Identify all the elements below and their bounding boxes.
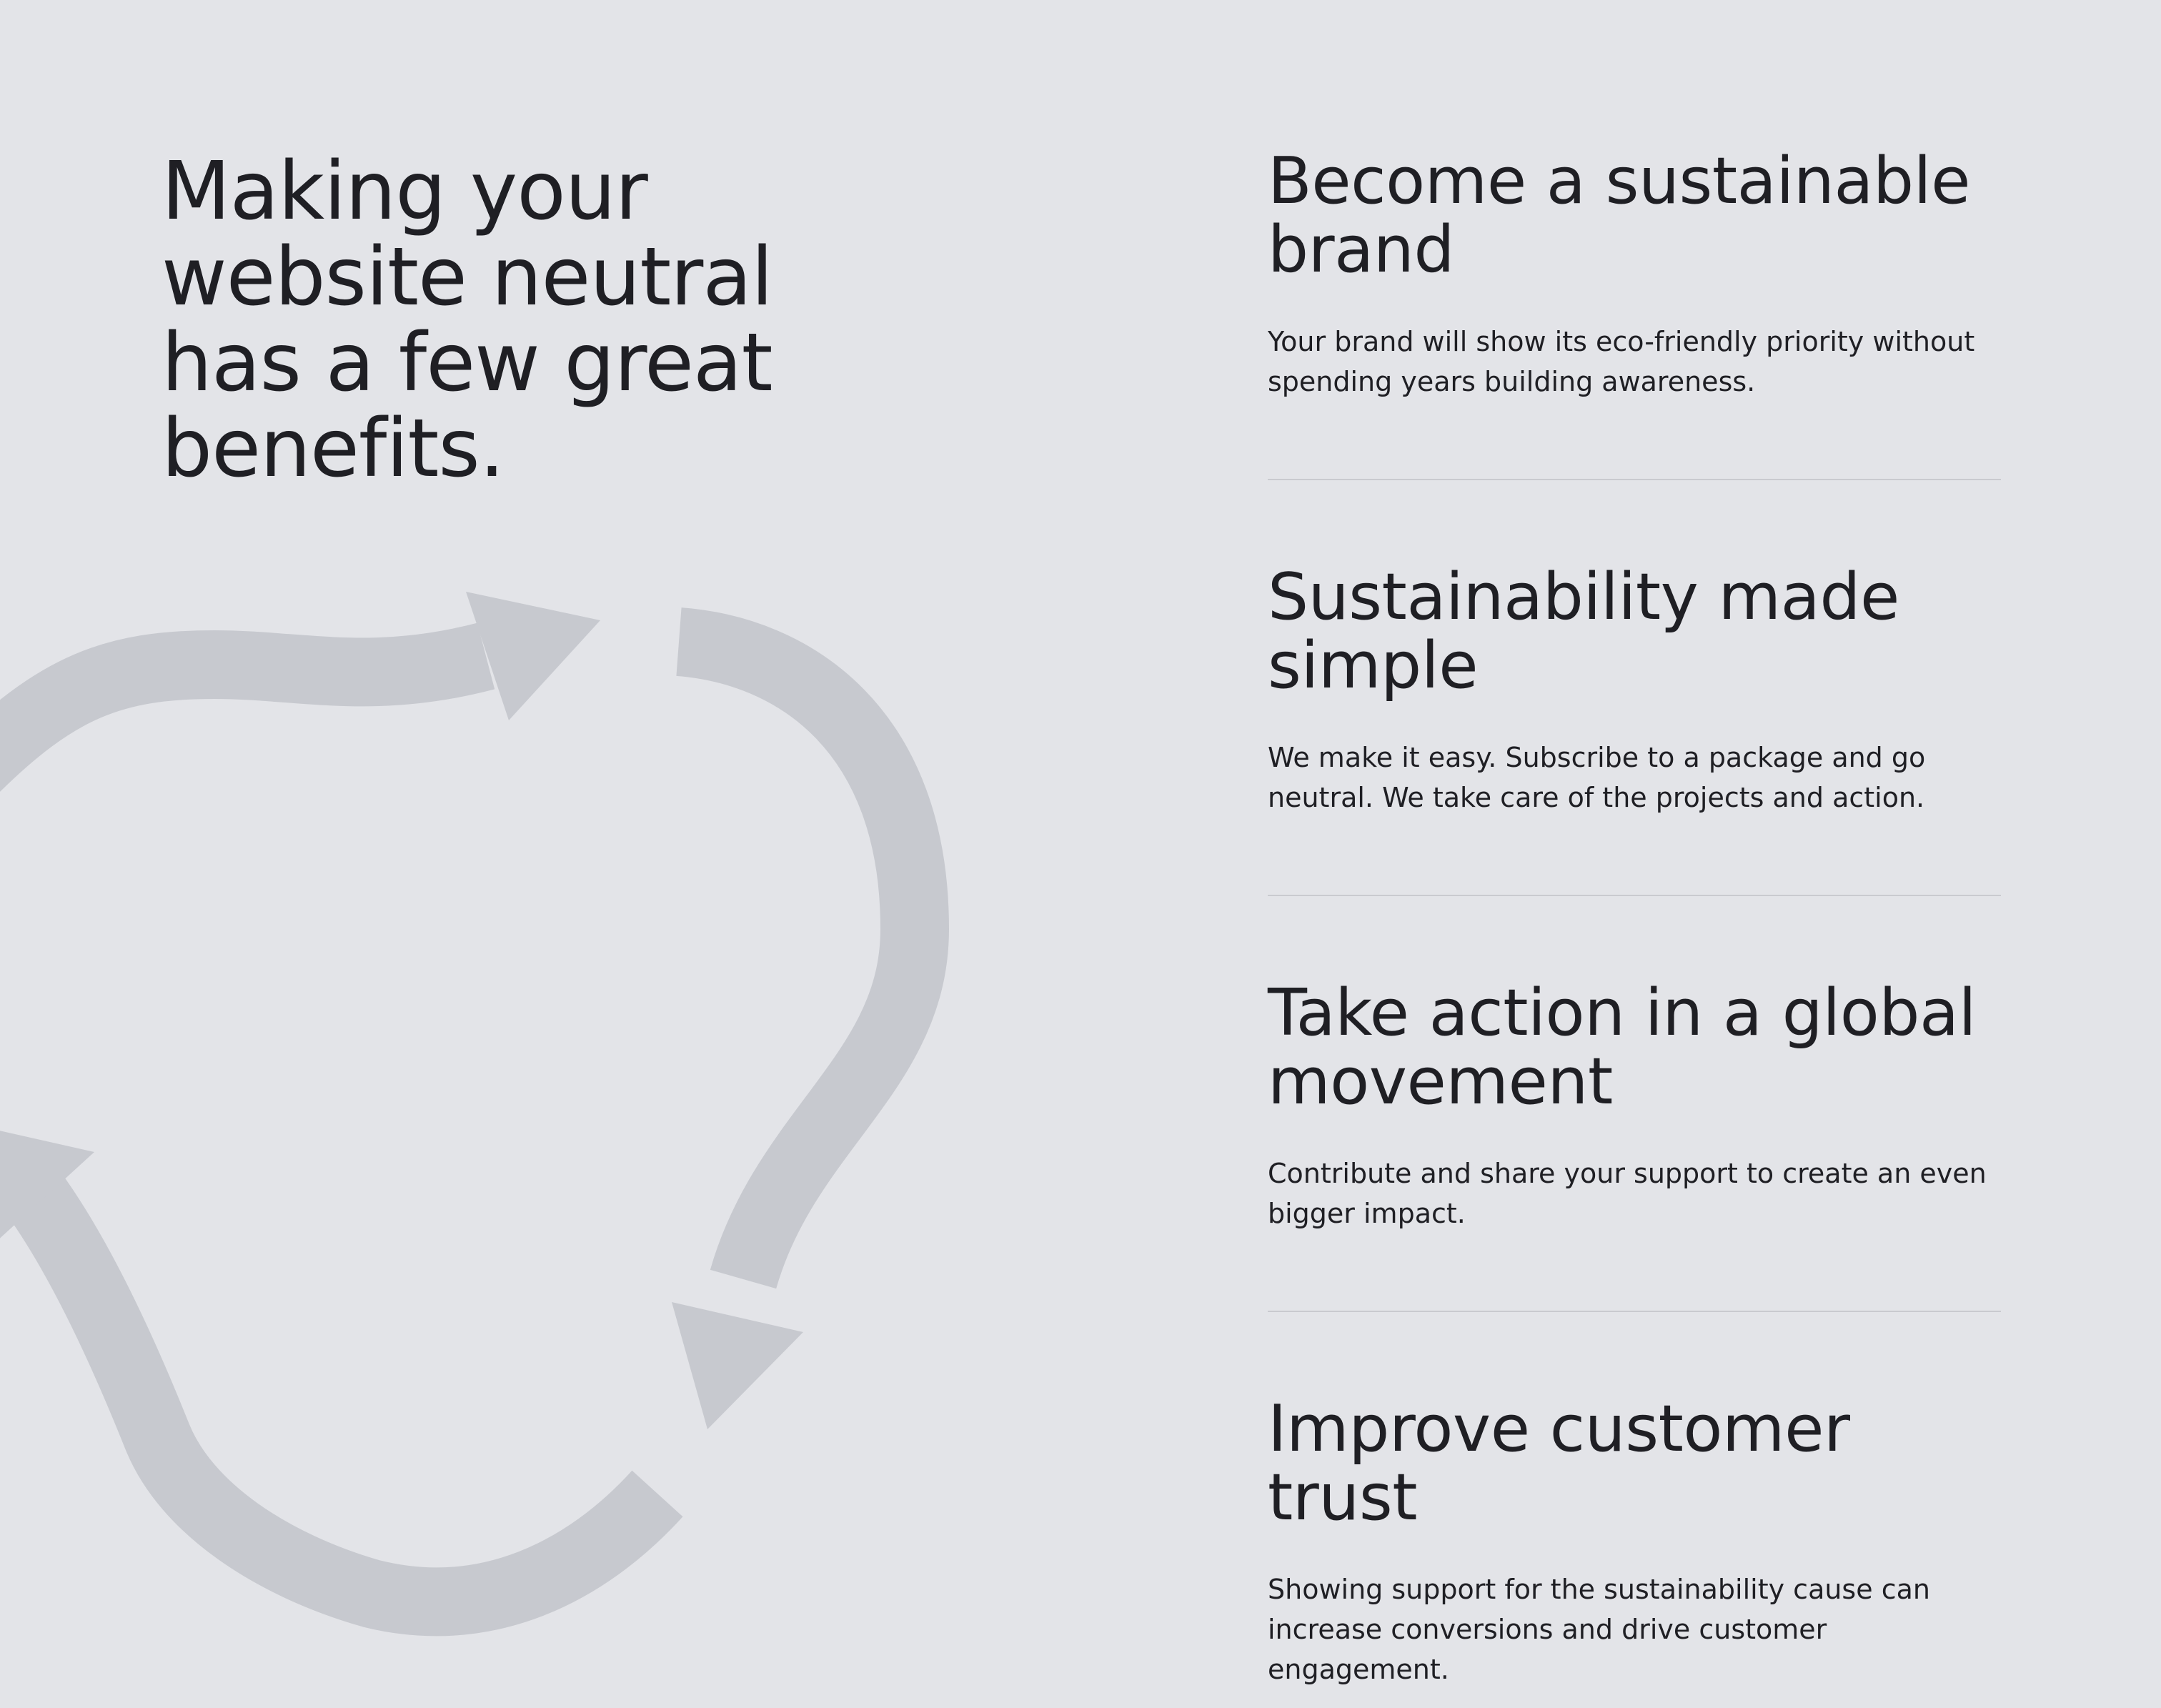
benefit-item: Become a sustainable brand Your brand wi… [1268, 147, 2001, 402]
benefit-description: Contribute and share your support to cre… [1268, 1158, 1987, 1229]
benefit-title: Sustainability made simple [1268, 560, 1899, 703]
divider [1268, 479, 2001, 480]
recycle-arrows-icon [0, 592, 950, 1637]
benefit-title: Become a sustainable brand [1268, 144, 1971, 287]
benefit-item: Sustainability made simple We make it ea… [1268, 563, 2001, 818]
benefit-description: Showing support for the sustainability c… [1268, 1574, 1930, 1685]
benefit-item: Improve customer trust Showing support f… [1268, 1395, 2001, 1689]
benefit-item: Take action in a global movement Contrib… [1268, 979, 2001, 1233]
divider [1268, 895, 2001, 896]
benefit-title: Take action in a global movement [1268, 975, 1977, 1119]
divider [1268, 1311, 2001, 1312]
page-headline: Making your website neutral has a few gr… [162, 145, 773, 495]
cycle-arrow-top [0, 622, 495, 793]
cycle-arrowhead-right [672, 1302, 803, 1429]
cycle-arrow-bottom [1, 1166, 683, 1637]
benefits-list: Become a sustainable brand Your brand wi… [1268, 147, 2001, 1689]
cycle-arrow-right [675, 607, 950, 1289]
cycle-arrowhead-top [466, 592, 600, 720]
benefit-description: We make it easy. Subscribe to a package … [1268, 742, 1926, 813]
benefit-title: Improve customer trust [1268, 1391, 1850, 1535]
benefit-description: Your brand will show its eco-friendly pr… [1268, 326, 1975, 397]
